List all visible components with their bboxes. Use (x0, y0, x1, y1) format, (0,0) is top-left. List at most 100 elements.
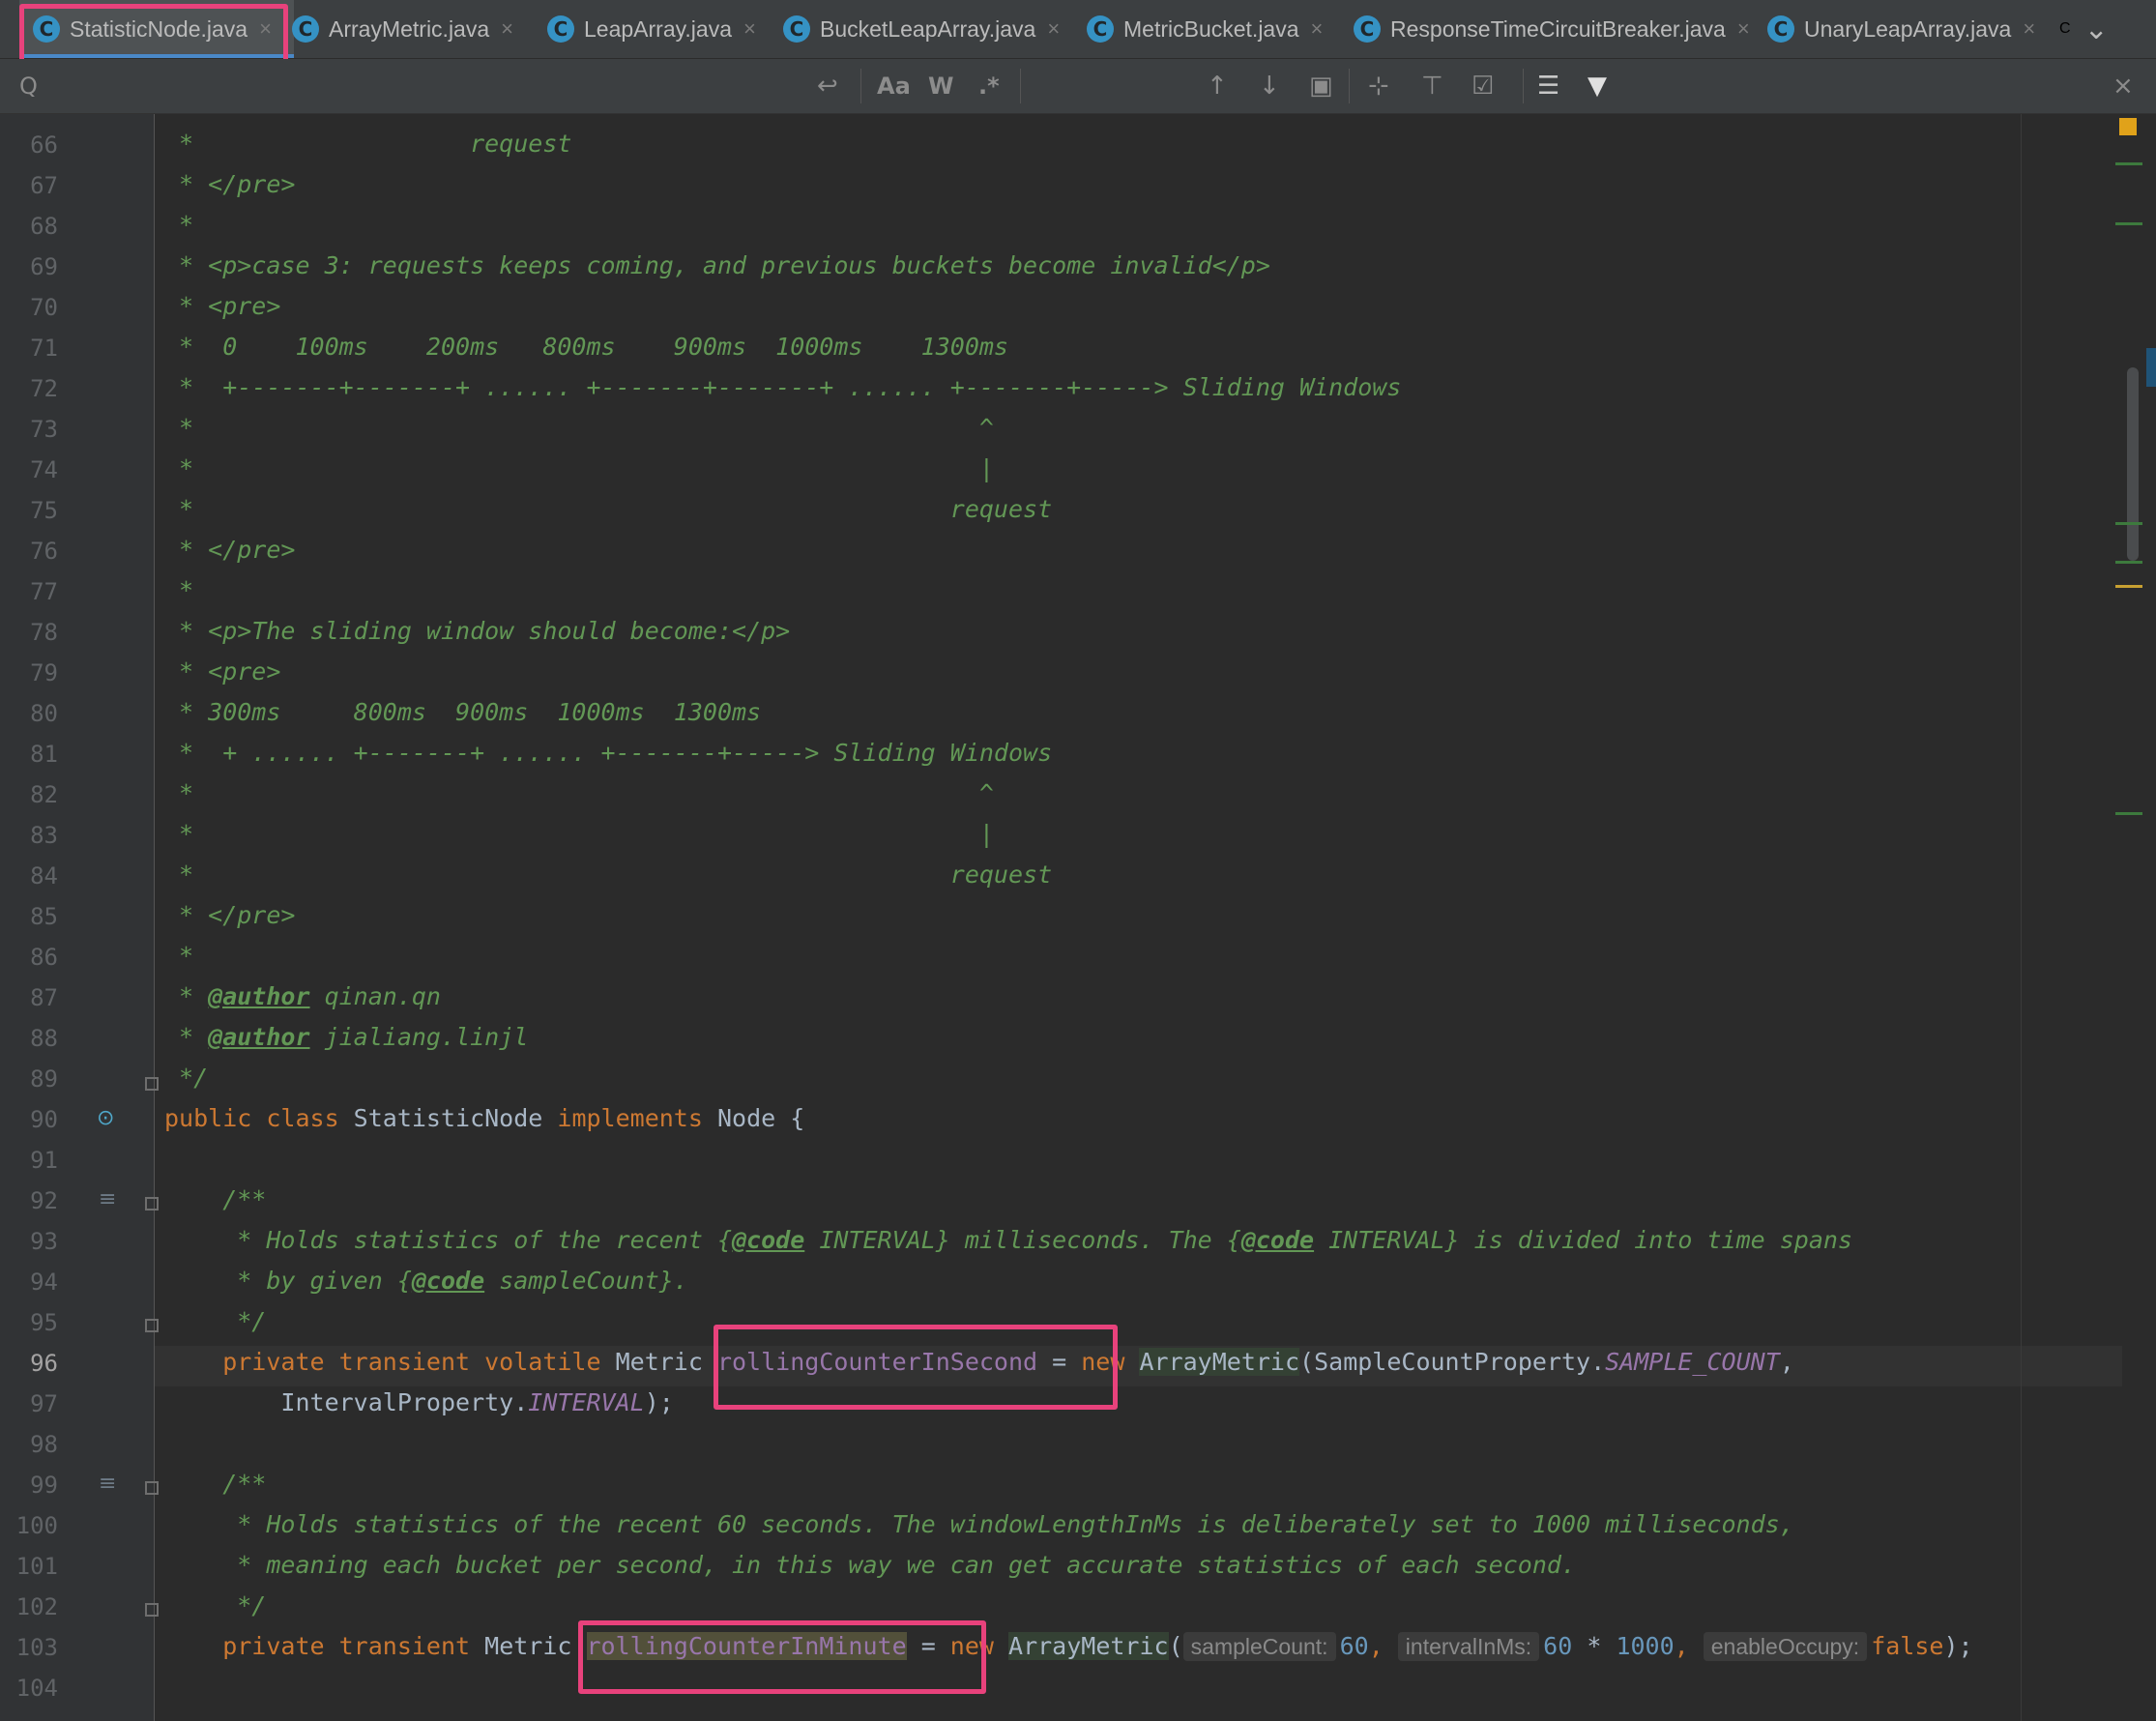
change-marker (2115, 222, 2142, 225)
separator (1020, 69, 1021, 103)
arrow-up-icon[interactable]: ↑ (1207, 59, 1228, 113)
code-line: * (164, 942, 194, 970)
regex-button[interactable]: .* (978, 59, 1000, 113)
line-number: 82 (30, 781, 58, 808)
line-number: 102 (15, 1593, 58, 1620)
code-line: * + ...... +-------+ ...... +-------+---… (164, 739, 1053, 767)
tab-label: BucketLeapArray.java (820, 15, 1036, 42)
code-line: * <pre> (164, 657, 281, 685)
code-line: * ^ (164, 414, 994, 442)
close-icon[interactable]: × (2112, 59, 2134, 113)
javadoc-icon[interactable]: ≡ (99, 1187, 116, 1211)
separator (1523, 69, 1524, 103)
line-number: 72 (30, 375, 58, 402)
filter-icon[interactable]: ▼ (1588, 59, 1607, 113)
tab-leaparray[interactable]: C LeapArray.java × (547, 0, 756, 58)
warning-marker[interactable] (2119, 118, 2137, 135)
close-icon[interactable]: × (1311, 16, 1324, 42)
tab-label: LeapArray.java (584, 15, 732, 42)
code-line: */ (164, 1307, 267, 1335)
close-icon[interactable]: × (743, 16, 756, 42)
implements-marker-icon[interactable]: ⊙ (97, 1106, 114, 1130)
find-bar: Q ↩ Aa W .* ↑ ↓ ▣ ⊹ ⊤ ☑ ☰ ▼ × (0, 59, 2156, 114)
line-number: 91 (30, 1147, 58, 1174)
code-line: * <pre> (164, 292, 281, 320)
code-line: * </pre> (164, 170, 296, 198)
code-line: * (164, 576, 194, 604)
class-icon: C (1354, 15, 1381, 43)
line-number: 88 (30, 1025, 58, 1052)
highlight-box-rolling-counter-in-second (714, 1325, 1118, 1410)
line-number: 87 (30, 984, 58, 1011)
tab-unaryleaparray[interactable]: C UnaryLeapArray.java × (1767, 0, 2035, 58)
tab-bucketleaparray[interactable]: C BucketLeapArray.java × (783, 0, 1060, 58)
close-icon[interactable]: × (1737, 16, 1750, 42)
code-line: * @author qinan.qn (164, 982, 441, 1010)
select-all-occurrences-icon[interactable]: ☑ (1471, 59, 1494, 113)
gutter-divider (154, 114, 155, 1721)
fold-icon[interactable] (145, 1197, 159, 1211)
filter-results-icon[interactable]: ☰ (1537, 59, 1559, 113)
line-number: 103 (15, 1634, 58, 1661)
parameter-hint: sampleCount: (1182, 1632, 1336, 1661)
line-number: 75 (30, 497, 58, 524)
tab-responsetimecircuitbreaker[interactable]: C ResponseTimeCircuitBreaker.java × (1354, 0, 1750, 58)
tab-arraymetric[interactable]: C ArrayMetric.java × (292, 0, 513, 58)
code-line: * | (164, 820, 994, 848)
code-line: * request (164, 860, 1053, 889)
code-line: * 300ms 800ms 900ms 1000ms 1300ms (164, 698, 762, 726)
line-number: 92 (30, 1187, 58, 1214)
code-line: * <p>case 3: requests keeps coming, and … (164, 251, 1270, 279)
scrollbar-thumb[interactable] (2127, 367, 2139, 561)
wrap-icon[interactable]: ↩ (817, 59, 838, 113)
search-icon[interactable]: Q (19, 59, 38, 113)
parameter-hint: intervalInMs: (1397, 1632, 1540, 1661)
line-number: 66 (30, 131, 58, 159)
line-number: 76 (30, 538, 58, 565)
fold-icon[interactable] (145, 1319, 159, 1332)
search-marker (2115, 585, 2142, 588)
code-line: * meaning each bucket per second, in thi… (164, 1551, 1576, 1579)
change-marker (2115, 561, 2142, 564)
select-all-icon[interactable]: ▣ (1309, 59, 1333, 113)
code-line: * (164, 211, 194, 239)
chevron-down-icon[interactable]: ⌄ (2084, 13, 2109, 46)
code-line: * | (164, 454, 994, 482)
words-button[interactable]: W (928, 59, 953, 113)
tab-label: MetricBucket.java (1123, 15, 1299, 42)
tab-label: ResponseTimeCircuitBreaker.java (1390, 15, 1726, 42)
change-marker (2115, 812, 2142, 815)
code-line: * +-------+-------+ ...... +-------+----… (164, 373, 1402, 401)
arrow-down-icon[interactable]: ↓ (1259, 59, 1280, 113)
fold-icon[interactable] (145, 1481, 159, 1495)
tab-metricbucket[interactable]: C MetricBucket.java × (1087, 0, 1323, 58)
code-line: * Holds statistics of the recent 60 seco… (164, 1510, 1794, 1538)
line-number: 99 (30, 1472, 58, 1499)
code-line: public class StatisticNode implements No… (164, 1104, 805, 1132)
javadoc-icon[interactable]: ≡ (99, 1472, 116, 1496)
line-number: 71 (30, 335, 58, 362)
code-line: /** (164, 1470, 267, 1498)
class-icon: C (1767, 15, 1794, 43)
line-number: 74 (30, 456, 58, 483)
remove-occurrence-icon[interactable]: ⊤ (1421, 59, 1443, 113)
fold-icon[interactable] (145, 1077, 159, 1091)
tab-overflow[interactable]: C ⌄ (2059, 0, 2109, 58)
add-occurrence-icon[interactable]: ⊹ (1368, 59, 1389, 113)
line-number: 78 (30, 619, 58, 646)
line-number: 79 (30, 659, 58, 686)
code-line: */ (164, 1591, 267, 1619)
change-marker (2115, 162, 2142, 165)
highlight-box-rolling-counter-in-minute (578, 1620, 986, 1694)
line-number: 93 (30, 1228, 58, 1255)
fold-icon[interactable] (145, 1603, 159, 1617)
line-number: 90 (30, 1106, 58, 1133)
match-case-button[interactable]: Aa (877, 59, 911, 113)
editor-tab-bar: C StatisticNode.java × C ArrayMetric.jav… (0, 0, 2156, 59)
line-number: 73 (30, 416, 58, 443)
code-line: * @author jialiang.linjl (164, 1023, 529, 1051)
close-icon[interactable]: × (1047, 16, 1060, 42)
separator (1349, 69, 1350, 103)
close-icon[interactable]: × (501, 16, 513, 42)
close-icon[interactable]: × (2023, 16, 2035, 42)
